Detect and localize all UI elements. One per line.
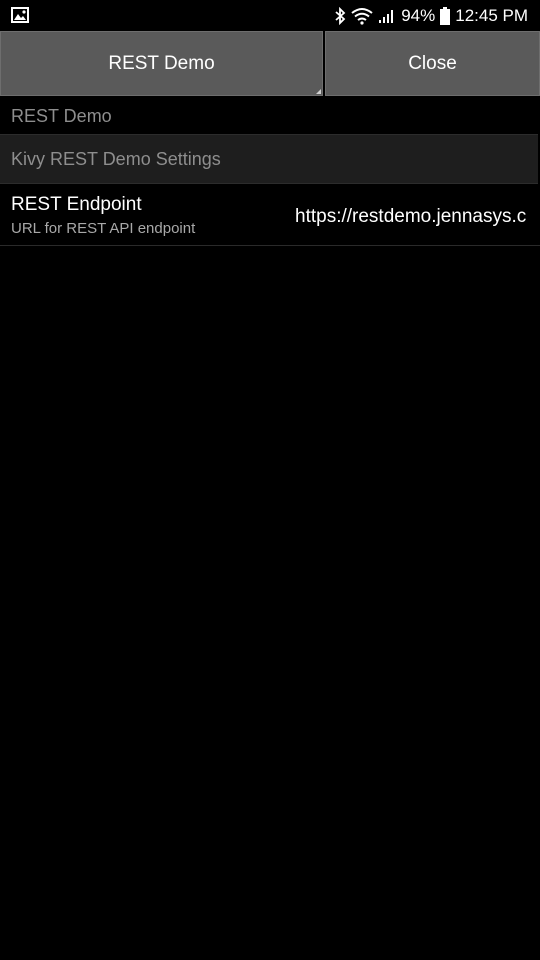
status-icons: 94% 12:45 PM (334, 0, 528, 31)
wifi-icon (351, 7, 373, 25)
signal-icon (379, 9, 394, 23)
status-bar: 94% 12:45 PM (0, 0, 540, 31)
battery-icon (440, 6, 451, 25)
close-button[interactable]: Close (325, 31, 540, 96)
image-icon (11, 7, 29, 23)
app-title-button[interactable]: REST Demo (0, 31, 323, 96)
battery-percent: 94% (401, 6, 436, 25)
setting-title: REST Endpoint (11, 194, 142, 215)
panel-title-text: Kivy REST Demo Settings (11, 148, 221, 169)
setting-value: https://restdemo.jennasys.c (295, 206, 527, 227)
close-button-label: Close (408, 52, 457, 74)
app-title-label: REST Demo (108, 52, 215, 74)
action-bar: REST Demo Close (0, 31, 540, 97)
setting-description: URL for REST API endpoint (11, 220, 196, 237)
bluetooth-icon (335, 6, 346, 25)
status-time: 12:45 PM (455, 6, 528, 25)
settings-panel-title: Kivy REST Demo Settings (0, 134, 538, 184)
menu-item-label: REST Demo (11, 105, 112, 126)
dropdown-corner-icon (316, 89, 321, 94)
menu-item-rest-demo[interactable]: REST Demo (0, 99, 540, 133)
setting-rest-endpoint[interactable]: REST Endpoint URL for REST API endpoint … (0, 186, 540, 246)
